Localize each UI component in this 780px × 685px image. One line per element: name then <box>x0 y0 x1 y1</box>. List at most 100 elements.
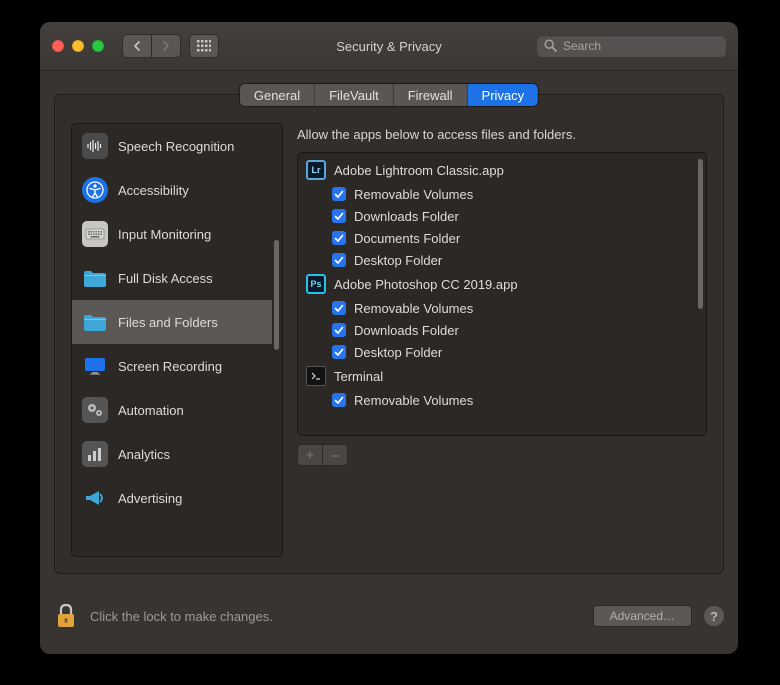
sidebar-item-accessibility[interactable]: Accessibility <box>72 168 272 212</box>
add-app-button[interactable]: + <box>297 444 323 466</box>
permission-checkbox[interactable] <box>332 253 346 267</box>
sidebar-item-analytics[interactable]: Analytics <box>72 432 272 476</box>
sidebar-item-screen-recording[interactable]: Screen Recording <box>72 344 272 388</box>
search-input[interactable] <box>537 35 726 57</box>
sidebar-item-full-disk-access[interactable]: Full Disk Access <box>72 256 272 300</box>
permission-label: Documents Folder <box>354 231 460 246</box>
accessibility-icon <box>82 177 108 203</box>
sidebar-item-label: Input Monitoring <box>118 227 211 242</box>
sidebar-item-input-monitoring[interactable]: Input Monitoring <box>72 212 272 256</box>
plus-icon: + <box>306 448 315 463</box>
tab-label: Firewall <box>408 88 453 103</box>
sidebar-item-label: Full Disk Access <box>118 271 213 286</box>
show-all-button[interactable] <box>189 34 219 58</box>
app-row[interactable]: Terminal <box>304 363 696 389</box>
search-icon <box>544 39 557 52</box>
gears-icon <box>82 397 108 423</box>
back-button[interactable] <box>122 34 152 58</box>
close-window-button[interactable] <box>52 40 64 52</box>
search-wrap <box>537 35 726 57</box>
zoom-window-button[interactable] <box>92 40 104 52</box>
permission-row: Desktop Folder <box>304 341 696 363</box>
permission-label: Desktop Folder <box>354 253 442 268</box>
sidebar-item-label: Analytics <box>118 447 170 462</box>
permission-label: Removable Volumes <box>354 187 473 202</box>
permission-row: Removable Volumes <box>304 297 696 319</box>
nav-buttons <box>122 34 219 58</box>
app-name: Adobe Photoshop CC 2019.app <box>334 277 518 292</box>
terminal-icon <box>306 366 326 386</box>
content-area: General FileVault Firewall Privacy Speec… <box>54 94 724 574</box>
folder-icon <box>82 265 108 291</box>
screen-icon <box>82 353 108 379</box>
help-icon: ? <box>710 609 718 624</box>
traffic-lights <box>52 40 104 52</box>
tab-filevault[interactable]: FileVault <box>315 84 394 106</box>
permission-checkbox[interactable] <box>332 393 346 407</box>
permission-checkbox[interactable] <box>332 301 346 315</box>
add-remove-buttons: + – <box>297 444 707 466</box>
permission-row: Documents Folder <box>304 227 696 249</box>
app-icon-text: Ps <box>310 279 321 289</box>
tab-bar: General FileVault Firewall Privacy <box>240 84 538 106</box>
app-icon-text: Lr <box>312 165 321 175</box>
permission-label: Removable Volumes <box>354 301 473 316</box>
tab-privacy[interactable]: Privacy <box>468 84 539 106</box>
permission-checkbox[interactable] <box>332 323 346 337</box>
app-row[interactable]: Ps Adobe Photoshop CC 2019.app <box>304 271 696 297</box>
permission-row: Removable Volumes <box>304 389 696 411</box>
preferences-window: Security & Privacy General FileVault Fir… <box>40 22 738 654</box>
tab-label: Privacy <box>482 88 525 103</box>
waveform-icon <box>82 133 108 159</box>
sidebar-item-advertising[interactable]: Advertising <box>72 476 272 520</box>
tab-label: FileVault <box>329 88 379 103</box>
permission-checkbox[interactable] <box>332 209 346 223</box>
footer: Click the lock to make changes. Advanced… <box>54 596 724 636</box>
photoshop-icon: Ps <box>306 274 326 294</box>
sidebar-item-label: Speech Recognition <box>118 139 234 154</box>
tab-general[interactable]: General <box>240 84 315 106</box>
lock-area: Click the lock to make changes. <box>54 602 273 630</box>
app-name: Adobe Lightroom Classic.app <box>334 163 504 178</box>
sidebar-item-label: Advertising <box>118 491 182 506</box>
minus-icon: – <box>331 448 339 463</box>
lightroom-icon: Lr <box>306 160 326 180</box>
keyboard-icon <box>82 221 108 247</box>
sidebar-item-label: Screen Recording <box>118 359 222 374</box>
permission-checkbox[interactable] <box>332 231 346 245</box>
permission-label: Downloads Folder <box>354 209 459 224</box>
sidebar-item-automation[interactable]: Automation <box>72 388 272 432</box>
tab-label: General <box>254 88 300 103</box>
lock-icon[interactable] <box>54 602 78 630</box>
permission-label: Desktop Folder <box>354 345 442 360</box>
applist-scrollbar-thumb[interactable] <box>698 159 703 309</box>
sidebar-scrollbar-thumb[interactable] <box>274 240 279 350</box>
minimize-window-button[interactable] <box>72 40 84 52</box>
folder-icon <box>82 309 108 335</box>
advanced-button-label: Advanced… <box>610 609 675 623</box>
permission-row: Downloads Folder <box>304 319 696 341</box>
sidebar-item-label: Files and Folders <box>118 315 218 330</box>
permission-row: Removable Volumes <box>304 183 696 205</box>
sidebar-item-label: Automation <box>118 403 184 418</box>
panel-hint: Allow the apps below to access files and… <box>297 127 707 142</box>
sidebar-item-files-and-folders[interactable]: Files and Folders <box>72 300 272 344</box>
forward-button[interactable] <box>152 34 181 58</box>
chart-icon <box>82 441 108 467</box>
advanced-button[interactable]: Advanced… <box>593 605 692 627</box>
permission-label: Downloads Folder <box>354 323 459 338</box>
help-button[interactable]: ? <box>704 606 724 626</box>
remove-app-button[interactable]: – <box>323 444 348 466</box>
sidebar-scroll[interactable]: Speech Recognition Accessibility Input M… <box>72 124 272 556</box>
sidebar-item-label: Accessibility <box>118 183 189 198</box>
app-row[interactable]: Lr Adobe Lightroom Classic.app <box>304 157 696 183</box>
permission-row: Downloads Folder <box>304 205 696 227</box>
sidebar-item-speech-recognition[interactable]: Speech Recognition <box>72 124 272 168</box>
privacy-category-sidebar: Speech Recognition Accessibility Input M… <box>71 123 283 557</box>
permission-checkbox[interactable] <box>332 345 346 359</box>
files-folders-panel: Allow the apps below to access files and… <box>297 123 707 557</box>
chevron-right-icon <box>162 41 170 51</box>
app-list-scroll[interactable]: Lr Adobe Lightroom Classic.app Removable… <box>298 153 696 435</box>
tab-firewall[interactable]: Firewall <box>394 84 468 106</box>
permission-checkbox[interactable] <box>332 187 346 201</box>
